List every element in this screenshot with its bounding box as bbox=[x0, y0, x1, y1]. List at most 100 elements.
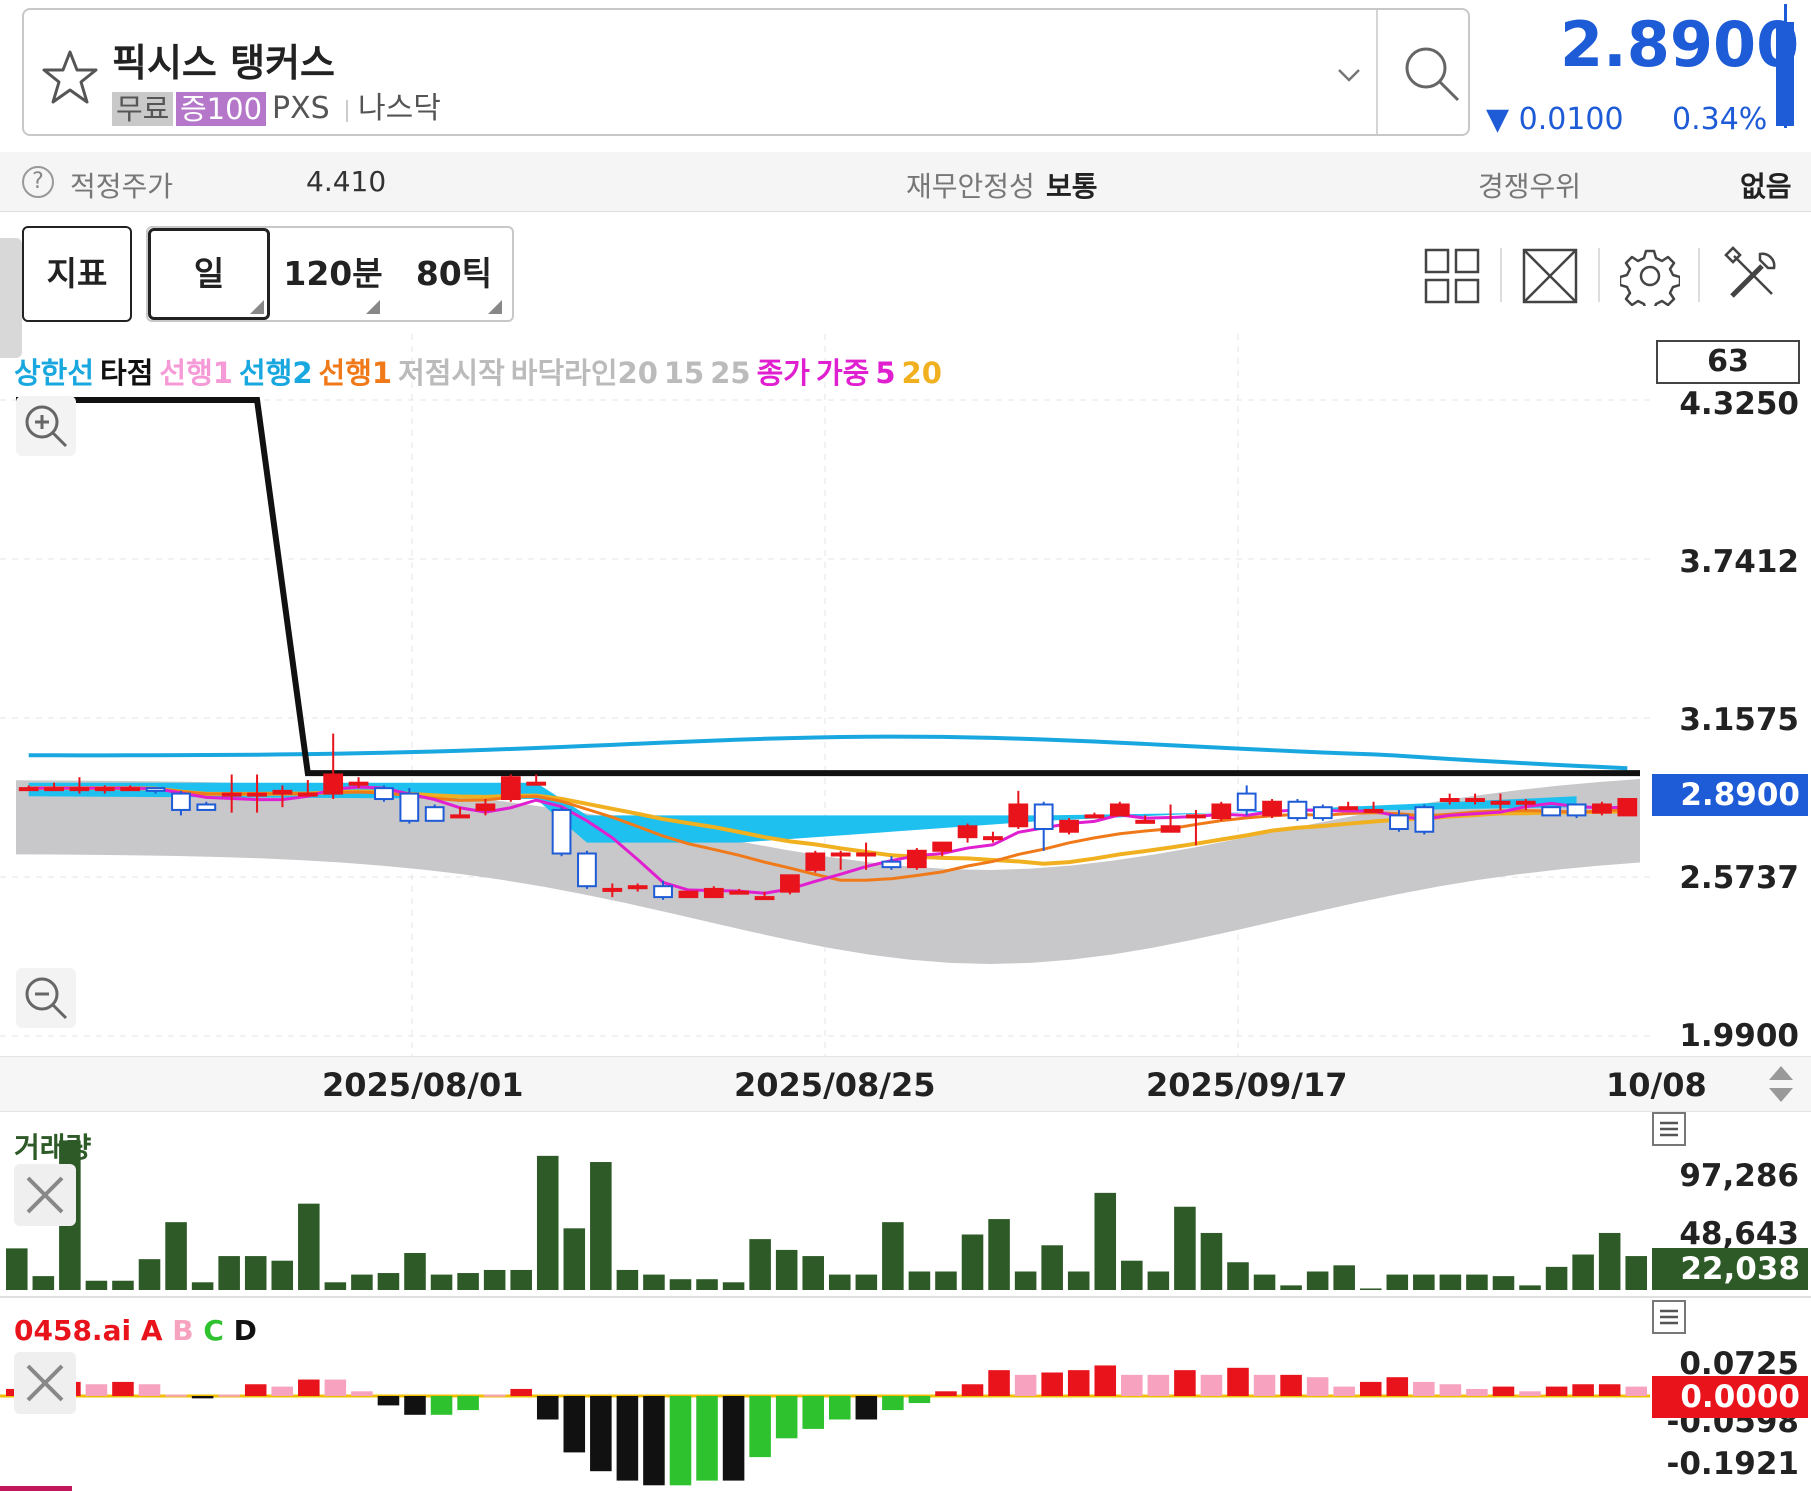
close-volume-button[interactable] bbox=[14, 1164, 76, 1226]
ai-bar bbox=[855, 1396, 878, 1420]
ai-bar bbox=[510, 1388, 532, 1396]
valuation-row: ? 적정주가 4.410 재무안정성 보통 경쟁우위 없음 bbox=[0, 152, 1811, 212]
volume-bar bbox=[1545, 1266, 1568, 1290]
menu-lines-icon bbox=[1660, 1121, 1678, 1137]
close-icon bbox=[26, 1364, 64, 1402]
stock-name: 픽시스 탱커스 bbox=[112, 41, 335, 85]
scroll-updown-icon[interactable] bbox=[1766, 1062, 1796, 1106]
price-candle-body bbox=[1776, 22, 1794, 126]
volume-bar bbox=[244, 1256, 267, 1290]
candle-body bbox=[754, 896, 775, 901]
candle-body bbox=[1617, 798, 1638, 817]
volume-bar bbox=[32, 1276, 55, 1290]
volume-bar bbox=[1625, 1256, 1647, 1290]
toolbar-divider bbox=[1500, 248, 1502, 302]
volume-tick-label: 97,286 bbox=[1679, 1158, 1799, 1194]
stock-search-box[interactable]: 픽시스 탱커스 무료 증100 PXS 나스닥 bbox=[22, 8, 1470, 136]
tools-icon[interactable] bbox=[1722, 246, 1782, 306]
volume-bar bbox=[696, 1279, 718, 1290]
close-ai-button[interactable] bbox=[14, 1352, 76, 1414]
ai-bar bbox=[1121, 1374, 1143, 1396]
ai-bar bbox=[669, 1396, 692, 1486]
ai-bar bbox=[1466, 1388, 1488, 1396]
candle-body bbox=[703, 887, 724, 899]
period-count-box[interactable]: 63 bbox=[1656, 340, 1800, 384]
legend-item: 5 bbox=[875, 356, 896, 390]
ai-bar bbox=[1280, 1374, 1302, 1396]
volume-bar bbox=[1333, 1265, 1355, 1290]
ai-menu-icon[interactable] bbox=[1652, 1300, 1686, 1334]
candle-body bbox=[145, 787, 166, 792]
ai-bar bbox=[483, 1394, 506, 1397]
ai-bar bbox=[404, 1396, 426, 1415]
zoom-in-button[interactable] bbox=[16, 396, 76, 456]
candle-body bbox=[221, 792, 242, 797]
fullscreen-icon[interactable] bbox=[1520, 246, 1580, 306]
volume-bar bbox=[1174, 1206, 1196, 1290]
volume-menu-icon[interactable] bbox=[1652, 1112, 1686, 1146]
corner-indicator-icon bbox=[488, 300, 502, 314]
candle-body bbox=[94, 787, 115, 792]
layout-grid-icon[interactable] bbox=[1422, 246, 1482, 306]
candle-body bbox=[1592, 803, 1612, 814]
volume-bar bbox=[430, 1274, 453, 1290]
ai-label-a: A bbox=[140, 1314, 163, 1347]
current-price-tag: 2.8900 bbox=[1652, 774, 1808, 816]
ai-bar bbox=[430, 1396, 453, 1415]
volume-bar bbox=[643, 1274, 665, 1290]
stability-label: 재무안정성 bbox=[906, 170, 1035, 203]
candle-body bbox=[1439, 798, 1460, 803]
candle-body bbox=[627, 885, 648, 890]
volume-bar bbox=[271, 1260, 294, 1290]
candle-body bbox=[297, 792, 318, 797]
ai-bar bbox=[1253, 1374, 1276, 1396]
stability-value: 보통 bbox=[1046, 170, 1098, 203]
ai-bar bbox=[1147, 1374, 1170, 1396]
search-divider bbox=[1376, 10, 1378, 134]
volume-bar bbox=[669, 1279, 692, 1290]
ai-bar bbox=[961, 1384, 984, 1396]
price-chart[interactable] bbox=[0, 334, 1811, 1056]
ai-bar bbox=[218, 1394, 240, 1397]
volume-bar bbox=[191, 1282, 214, 1290]
volume-bar bbox=[829, 1274, 851, 1290]
candle-body bbox=[983, 836, 1003, 841]
scroll-indicator bbox=[0, 1486, 72, 1491]
candle-body bbox=[1338, 806, 1359, 811]
ai-bar bbox=[1386, 1377, 1409, 1396]
legend-item: 가중 bbox=[815, 356, 870, 390]
gear-icon[interactable] bbox=[1620, 246, 1680, 306]
volume-bar bbox=[1439, 1274, 1462, 1290]
volume-bar bbox=[988, 1219, 1010, 1290]
candle-body bbox=[1211, 803, 1232, 820]
zoom-out-icon bbox=[25, 977, 68, 1020]
ai-indicator-chart[interactable] bbox=[0, 1298, 1811, 1491]
candle-body bbox=[196, 803, 217, 811]
menu-lines-icon bbox=[1660, 1309, 1678, 1325]
candle-body bbox=[856, 852, 876, 857]
help-icon[interactable]: ? bbox=[22, 166, 54, 198]
y-tick-label: 2.5737 bbox=[1679, 860, 1799, 896]
volume-bar bbox=[1306, 1271, 1329, 1290]
corner-indicator-icon bbox=[250, 300, 264, 314]
toolbar-divider bbox=[1598, 248, 1600, 302]
search-icon[interactable] bbox=[1400, 42, 1464, 106]
zoom-out-button[interactable] bbox=[16, 968, 76, 1028]
fair-price-label: 적정주가 bbox=[70, 170, 174, 203]
ai-bar bbox=[298, 1379, 320, 1396]
volume-chart[interactable] bbox=[0, 1112, 1811, 1296]
candle-body bbox=[1236, 792, 1257, 811]
chevron-down-icon[interactable] bbox=[1334, 60, 1364, 90]
rank-value: 없음 bbox=[1740, 170, 1792, 203]
ai-bar bbox=[1041, 1372, 1063, 1396]
indicator-button[interactable]: 지표 bbox=[22, 226, 132, 322]
volume-bar bbox=[1227, 1262, 1249, 1290]
ai-bar bbox=[1598, 1384, 1621, 1396]
volume-bar bbox=[377, 1273, 400, 1290]
volume-bar bbox=[935, 1271, 957, 1290]
star-icon[interactable] bbox=[38, 46, 102, 110]
ai-label-b: B bbox=[172, 1314, 194, 1347]
ai-bar bbox=[802, 1396, 824, 1429]
candle-body bbox=[906, 849, 927, 869]
volume-bar bbox=[722, 1282, 745, 1290]
